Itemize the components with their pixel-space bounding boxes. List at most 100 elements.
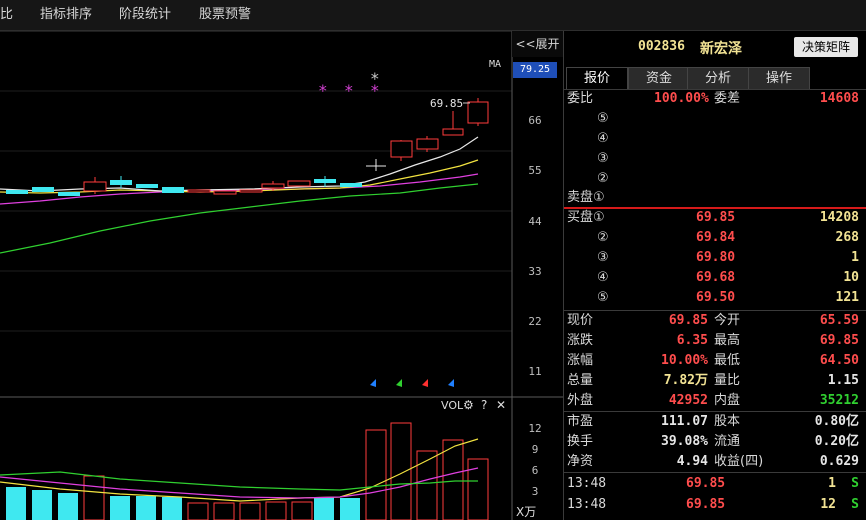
quote-value: 1.15 [827, 373, 859, 388]
volume-bar [136, 496, 156, 520]
buy-index: ④ [597, 270, 609, 285]
sell-row: ⑤ [564, 109, 866, 129]
quote-value: 6.35 [676, 333, 708, 348]
stock-name: 新宏泽 [700, 41, 742, 57]
candle [6, 190, 28, 194]
decision-matrix-button[interactable]: 决策矩阵 [794, 37, 858, 57]
weicha-label: 委差 [714, 91, 741, 106]
buy-row[interactable]: ② 69.84 268 [564, 228, 866, 248]
price-axis-label: 22 [528, 315, 542, 328]
kline-chart-panel[interactable]: * * * * 69.85 [0, 31, 563, 520]
quote-label: 今开 [714, 313, 741, 328]
candle [58, 192, 80, 196]
candle [340, 183, 362, 187]
fund-value: 0.20亿 [814, 434, 859, 449]
fund-label: 股本 [714, 414, 741, 429]
chart-grid [0, 90, 512, 332]
volume-bar [83, 475, 105, 520]
quote-label: 最低 [714, 353, 741, 368]
tick-volume: 12 [820, 497, 836, 512]
candle [213, 190, 237, 195]
tab-stock-alert[interactable]: 股票预警 [199, 0, 251, 30]
quote-value: 69.85 [668, 313, 708, 328]
quote-value: 10.00% [661, 353, 708, 368]
quote-row: 外盘 42952 内盘 35212 [564, 391, 866, 411]
tab-quote[interactable]: 报价 [566, 67, 628, 89]
close-icon[interactable]: ✕ [496, 398, 506, 412]
candle [287, 180, 311, 187]
help-icon[interactable]: ? [481, 398, 487, 412]
sell-index: ⑤ [597, 111, 609, 126]
volume-bar [6, 487, 26, 520]
gear-icon[interactable]: ⚙ [463, 398, 474, 412]
tab-analysis[interactable]: 分析 [687, 67, 749, 89]
price-axis-label: 66 [528, 114, 542, 127]
quote-value: 64.50 [819, 353, 859, 368]
tab-compare[interactable]: 比 [0, 0, 13, 30]
volume-bar [314, 497, 334, 520]
buy-index: ⑤ [597, 290, 609, 305]
candle [136, 184, 158, 188]
volume-bar [291, 501, 313, 520]
fund-value: 0.80亿 [814, 414, 859, 429]
candle [416, 138, 439, 150]
quote-value: 35212 [819, 393, 859, 408]
quote-row: 现价 69.85 今开 65.59 [564, 311, 866, 331]
quote-label: 内盘 [714, 393, 741, 408]
volume-bar [340, 498, 360, 520]
volume-title[interactable]: VOL [441, 399, 463, 412]
expand-button[interactable]: <<展开 [512, 31, 563, 57]
kline-chart-svg: * * * * 69.85 [0, 31, 563, 520]
fund-value: 0.629 [819, 454, 859, 469]
quote-value: 69.85 [819, 333, 859, 348]
top-toolbar: 比 指标排序 阶段统计 股票预警 [0, 0, 866, 31]
peak-price-label: 69.85 [430, 97, 463, 110]
ma-legend[interactable]: MA [489, 59, 501, 70]
buy-row[interactable]: 买盘① 69.85 14208 [564, 208, 866, 228]
quote-row: 总量 7.82万 量比 1.15 [564, 371, 866, 391]
volume-bar [110, 496, 130, 520]
candle [32, 187, 54, 192]
buy-volume: 14208 [819, 210, 859, 225]
volume-bars [6, 422, 489, 520]
tab-operation[interactable]: 操作 [748, 67, 810, 89]
weibi-row: 委比 100.00% 委差 14608 [564, 89, 866, 109]
svg-text:*: * [318, 81, 328, 100]
candle [467, 101, 489, 124]
buy-volume: 1 [851, 250, 859, 265]
volume-axis-label: 3 [531, 485, 539, 498]
svg-text:*: * [370, 69, 380, 88]
tick-volume: 1 [828, 476, 836, 491]
volume-bar [32, 490, 52, 520]
price-axis-label: 55 [528, 164, 542, 177]
quote-value: 7.82万 [663, 373, 708, 388]
candle [239, 189, 263, 193]
buy-volume: 10 [843, 270, 859, 285]
tab-funds[interactable]: 资金 [628, 67, 690, 89]
buy-index: 买盘① [567, 210, 605, 225]
fund-value: 39.08% [661, 434, 708, 449]
quote-label: 现价 [567, 313, 594, 328]
tab-indicator-sort[interactable]: 指标排序 [40, 0, 92, 30]
quote-value: 65.59 [819, 313, 859, 328]
quote-panel: 002836 新宏泽 决策矩阵 报价 资金 分析 操作 委比 100.00% 委… [563, 31, 866, 520]
volume-bar [213, 502, 235, 520]
buy-row[interactable]: ③ 69.80 1 [564, 248, 866, 268]
buy-price: 69.80 [696, 250, 736, 265]
tab-period-stats[interactable]: 阶段统计 [119, 0, 171, 30]
buy-row[interactable]: ⑤ 69.50 121 [564, 288, 866, 308]
sell-row: ④ [564, 129, 866, 149]
signal-markers: * * * * [318, 69, 380, 100]
sell-row: 卖盘① [564, 188, 866, 208]
fund-row: 市盈 111.07 股本 0.80亿 [564, 412, 866, 432]
volume-bar [416, 450, 438, 520]
candle [442, 128, 464, 136]
volume-bar [365, 429, 387, 520]
buy-row[interactable]: ④ 69.68 10 [564, 268, 866, 288]
candle [162, 187, 184, 193]
candle [83, 181, 107, 192]
ma10-line [0, 159, 479, 194]
fund-row: 换手 39.08% 流通 0.20亿 [564, 432, 866, 452]
buy-sell-arrows [370, 379, 454, 387]
tick-side: S [851, 497, 859, 512]
